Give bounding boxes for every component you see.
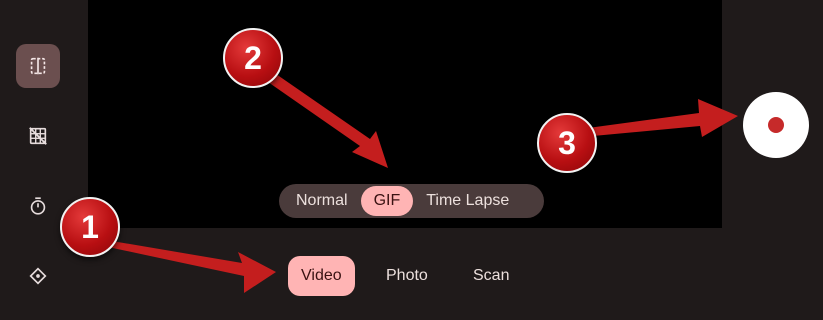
annotation-badge-3: 3	[537, 113, 597, 173]
split-screen-button[interactable]	[16, 44, 60, 88]
video-submode-selector: Normal GIF Time Lapse	[279, 184, 544, 218]
timer-icon	[30, 197, 46, 215]
annotation-arrow-1	[108, 241, 276, 293]
mode-photo[interactable]: Photo	[373, 256, 441, 296]
level-center-icon	[29, 267, 47, 285]
submode-time-lapse[interactable]: Time Lapse	[413, 186, 522, 216]
grid-off-button[interactable]	[16, 114, 60, 158]
mode-video[interactable]: Video	[288, 256, 355, 296]
annotation-badge-2: 2	[223, 28, 283, 88]
submode-normal[interactable]: Normal	[283, 186, 361, 216]
record-button[interactable]	[743, 92, 809, 158]
grid-off-icon	[29, 127, 47, 145]
level-button[interactable]	[16, 254, 60, 298]
timer-button[interactable]	[16, 184, 60, 228]
annotation-badge-1: 1	[60, 197, 120, 257]
mode-scan[interactable]: Scan	[460, 256, 522, 296]
record-icon	[768, 117, 784, 133]
submode-gif[interactable]: GIF	[360, 186, 414, 216]
split-screen-icon	[30, 57, 46, 75]
